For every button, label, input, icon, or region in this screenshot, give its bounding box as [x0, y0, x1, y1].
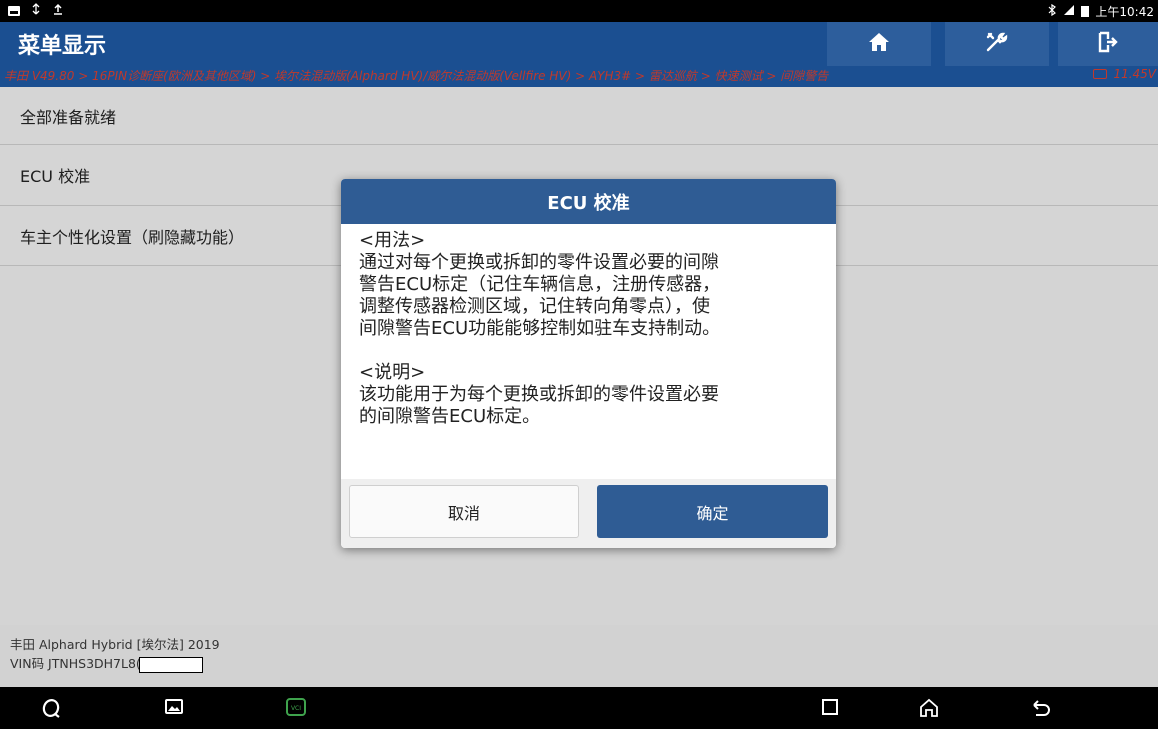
clock: 上午10:42	[1095, 5, 1154, 19]
status-bar: 上午10:42	[0, 0, 1158, 22]
status-right: 上午10:42	[1047, 3, 1154, 20]
home-nav-icon[interactable]	[918, 697, 940, 723]
page-title: 菜单显示	[18, 34, 107, 59]
note-line: 该功能用于为每个更换或拆卸的零件设置必要	[359, 384, 719, 405]
note-heading: <说明>	[359, 362, 426, 383]
dialog-body: <用法> 通过对每个更换或拆卸的零件设置必要的间隙 警告ECU标定（记住车辆信息…	[341, 224, 811, 428]
vci-icon[interactable]: VCI	[284, 697, 308, 723]
home-button[interactable]	[827, 22, 931, 66]
bluetooth-icon	[1047, 3, 1057, 19]
vin-text: VIN码 JTNHS3DH7L8(	[10, 656, 141, 671]
vin-redaction	[138, 656, 203, 673]
usb-icon	[30, 3, 42, 18]
exit-icon	[1098, 31, 1118, 57]
car-battery-icon	[1093, 69, 1108, 79]
vehicle-name: 丰田 Alphard Hybrid [埃尔法] 2019	[10, 637, 220, 652]
status-left	[8, 3, 64, 18]
recents-icon[interactable]	[820, 697, 840, 721]
dialog-actions: 取消 确定	[341, 479, 836, 548]
ecu-calibration-dialog: ECU 校准 <用法> 通过对每个更换或拆卸的零件设置必要的间隙 警告ECU标定…	[341, 179, 836, 548]
voltage-indicator: 11.45V	[1093, 67, 1156, 81]
usage-line: 通过对每个更换或拆卸的零件设置必要的间隙	[359, 252, 719, 273]
exit-button[interactable]	[1058, 22, 1158, 66]
usage-line: 调整传感器检测区域，记住转向角零点），使	[359, 296, 710, 317]
home-icon	[868, 32, 890, 56]
usage-line: 间隙警告ECU功能能够控制如驻车支持制动。	[359, 318, 721, 339]
cancel-button[interactable]: 取消	[349, 485, 579, 538]
gallery-icon[interactable]	[164, 697, 184, 721]
usage-line: 警告ECU标定（记住车辆信息，注册传感器，	[359, 274, 721, 295]
svg-text:VCI: VCI	[291, 705, 301, 712]
signal-icon	[1063, 4, 1075, 19]
vin-line: VIN码 JTNHS3DH7L8(	[10, 654, 1148, 673]
android-nav-bar: VCI	[0, 687, 1158, 729]
back-icon[interactable]	[1030, 697, 1052, 723]
confirm-button[interactable]: 确定	[597, 485, 828, 538]
browser-icon[interactable]	[40, 697, 62, 723]
voltage-value: 11.45V	[1113, 67, 1156, 81]
battery-icon	[1081, 6, 1090, 17]
vehicle-info-footer: 丰田 Alphard Hybrid [埃尔法] 2019 VIN码 JTNHS3…	[0, 625, 1158, 687]
dialog-title: ECU 校准	[341, 179, 836, 224]
upload-icon	[52, 3, 64, 18]
image-icon	[8, 5, 20, 16]
breadcrumb: 丰田 V49.80 > 16PIN诊断座(欧洲及其他区域) > 埃尔法混动版(A…	[4, 69, 829, 83]
usage-heading: <用法>	[359, 230, 426, 251]
tools-button[interactable]	[945, 22, 1049, 66]
app-header: 菜单显示 丰田 V49.80 > 16PIN诊断座(欧洲及其他区域) > 埃尔法…	[0, 22, 1158, 87]
tools-icon	[985, 31, 1009, 57]
note-line: 的间隙警告ECU标定。	[359, 406, 541, 427]
